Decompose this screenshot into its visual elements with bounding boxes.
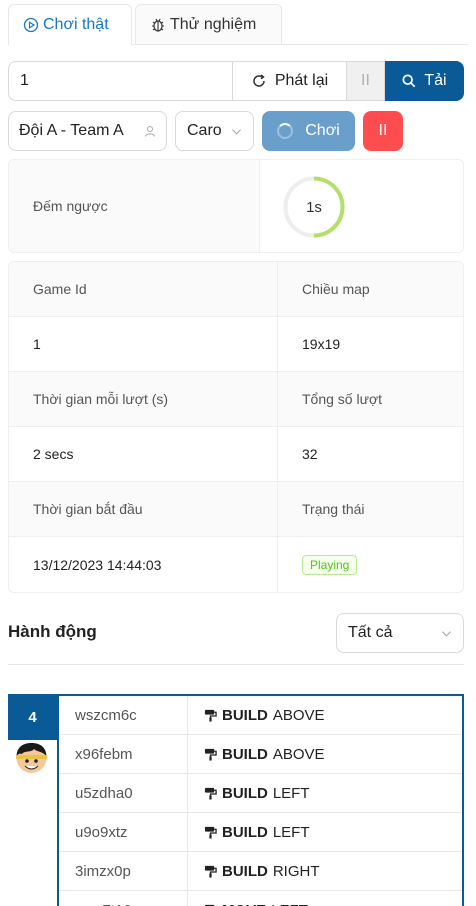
pause-button[interactable]: II — [363, 111, 403, 151]
start-time-label: Thời gian bắt đầu — [9, 482, 278, 536]
table-row: zmz7t10 MOVE LEFT — [59, 891, 462, 906]
table-row: u9o9xtz BUILD LEFT — [59, 813, 462, 852]
action-player-id: u9o9xtz — [59, 813, 188, 851]
action-verb: BUILD — [222, 784, 268, 802]
status-cell: Playing — [278, 537, 463, 592]
info-row-value: 13/12/2023 14:44:03 Playing — [9, 537, 463, 592]
info-row-value: 2 secs 32 — [9, 427, 463, 482]
map-value: 19x19 — [302, 336, 341, 352]
info-row-header: Thời gian mỗi lượt (s) Tổng số lượt — [9, 372, 463, 427]
reload-icon — [253, 74, 265, 87]
tab-real-play[interactable]: Chơi thật — [8, 4, 132, 46]
table-row: wszcm6c BUILD ABOVE — [59, 696, 462, 735]
status-label: Trạng thái — [302, 501, 365, 517]
player-avatar — [16, 743, 47, 773]
search-row: Phát lại II Tải — [8, 61, 464, 101]
countdown-value: 1s — [306, 198, 322, 216]
loading-spinner-icon — [277, 123, 294, 139]
table-row: u5zdha0 BUILD LEFT — [59, 774, 462, 813]
tab-bar: Chơi thật Thử nghiệm — [8, 4, 468, 46]
countdown-value-cell: 1s — [260, 160, 463, 252]
action-direction: LEFT — [271, 902, 308, 906]
action-verb: MOVE — [222, 902, 266, 906]
turn-actions-table: wszcm6c BUILD ABOVE x96febm BUILD ABOVE u5zdha… — [57, 694, 464, 906]
info-row-header: Thời gian bắt đầu Trạng thái — [9, 482, 463, 537]
tab-real-play-label: Chơi thật — [43, 16, 109, 33]
load-button[interactable]: Tải — [385, 61, 464, 101]
play-circle-icon — [23, 17, 39, 33]
team-value: Đội A - Team A — [19, 122, 124, 139]
table-row: 3imzx0p BUILD RIGHT — [59, 852, 462, 891]
play-button[interactable]: Chơi — [262, 111, 355, 151]
total-turns-value: 32 — [302, 446, 318, 462]
game-select[interactable]: Caro — [175, 111, 254, 151]
play-label: Chơi — [305, 122, 340, 139]
game-code-input[interactable] — [8, 61, 232, 101]
action-filter-select[interactable]: Tất cả — [336, 613, 464, 653]
table-row: x96febm BUILD ABOVE — [59, 735, 462, 774]
controls-row: Đội A - Team A Caro Chơi II — [8, 111, 464, 151]
actions-title: Hành động — [8, 622, 97, 641]
map-label: Chiều map — [302, 281, 370, 297]
action-player-id: 3imzx0p — [59, 852, 188, 890]
load-label: Tải — [424, 72, 447, 89]
replay-pause-label: II — [361, 72, 370, 89]
action-cell: BUILD LEFT — [188, 813, 462, 851]
chevron-down-icon — [441, 630, 452, 637]
action-player-id: wszcm6c — [59, 696, 188, 734]
action-player-id: x96febm — [59, 735, 188, 773]
bug-icon — [152, 18, 164, 32]
pause-label: II — [378, 122, 388, 139]
section-divider — [8, 664, 464, 665]
team-select[interactable]: Đội A - Team A — [8, 111, 167, 151]
chevron-down-icon — [231, 128, 242, 135]
action-verb: BUILD — [222, 745, 268, 763]
action-cell: BUILD ABOVE — [188, 696, 462, 734]
turn-time-value: 2 secs — [9, 427, 278, 481]
tab-test[interactable]: Thử nghiệm — [135, 4, 282, 45]
action-filter-value: Tất cả — [348, 624, 393, 641]
game-id-value: 1 — [9, 317, 278, 371]
action-direction: ABOVE — [272, 745, 325, 763]
action-player-id: zmz7t10 — [59, 891, 188, 906]
action-cell: BUILD RIGHT — [188, 852, 462, 890]
info-row-header: Game Id Chiều map — [9, 262, 463, 317]
paint-roller-icon — [204, 787, 217, 800]
search-icon — [402, 74, 416, 88]
action-direction: LEFT — [272, 784, 310, 802]
paint-roller-icon — [204, 748, 217, 761]
info-row-value: 1 19x19 — [9, 317, 463, 372]
countdown-panel: Đếm ngược 1s — [8, 159, 464, 253]
paint-roller-icon — [204, 826, 217, 839]
total-turns-label: Tổng số lượt — [302, 391, 383, 407]
action-direction: LEFT — [272, 823, 310, 841]
action-verb: BUILD — [222, 862, 268, 880]
action-cell: MOVE LEFT — [188, 891, 462, 906]
action-cell: BUILD ABOVE — [188, 735, 462, 773]
paint-roller-icon — [204, 865, 217, 878]
game-info-table: Game Id Chiều map 1 19x19 Thời gian mỗi … — [8, 261, 464, 593]
replay-button[interactable]: Phát lại — [232, 61, 347, 101]
turn-time-label: Thời gian mỗi lượt (s) — [9, 372, 278, 426]
action-verb: BUILD — [222, 706, 268, 724]
countdown-label: Đếm ngược — [9, 160, 260, 252]
game-id-label: Game Id — [9, 262, 278, 316]
paint-roller-icon — [204, 709, 217, 722]
action-direction: RIGHT — [272, 862, 320, 880]
start-time-value: 13/12/2023 14:44:03 — [9, 537, 278, 592]
replay-pause-button[interactable]: II — [347, 61, 385, 101]
status-badge: Playing — [302, 554, 358, 575]
replay-label: Phát lại — [274, 72, 329, 89]
turn-number-badge: 4 — [8, 694, 57, 740]
action-direction: ABOVE — [272, 706, 325, 724]
action-verb: BUILD — [222, 823, 268, 841]
action-player-id: u5zdha0 — [59, 774, 188, 812]
action-cell: BUILD LEFT — [188, 774, 462, 812]
tab-test-label: Thử nghiệm — [170, 15, 257, 33]
user-icon — [145, 126, 155, 137]
game-value: Caro — [187, 122, 222, 139]
